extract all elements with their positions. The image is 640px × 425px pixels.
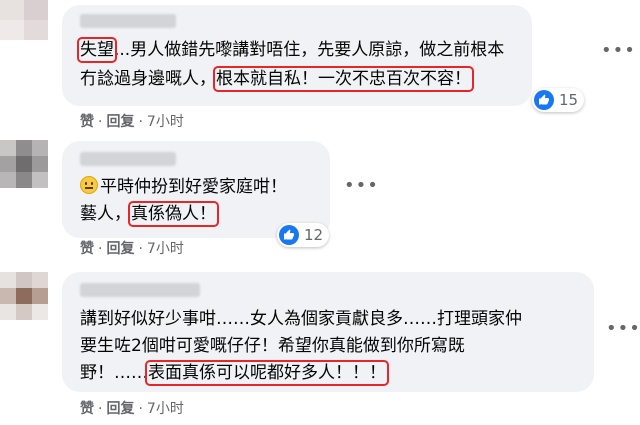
reply-button[interactable]: 回复 <box>106 401 134 417</box>
highlight-box: 根本就自私！一次不忠百次不容！ <box>213 66 474 92</box>
reaction-count: 12 <box>304 226 324 244</box>
thumbs-up-icon <box>279 225 299 245</box>
like-button[interactable]: 赞 <box>80 241 94 257</box>
comment-text-line: 野！……表面真係可以呢都好多人！！！ <box>80 360 389 386</box>
reaction-count: 15 <box>559 91 579 109</box>
comment-text-line: 失望...男人做錯先嚟講對唔住，先要人原諒，做之前根本 <box>77 37 505 63</box>
comment-text-line: 講到好似好少事咁……女人為個家貢獻良多……打理頭家仲 <box>80 309 522 329</box>
avatar[interactable] <box>0 140 48 188</box>
highlight-box: 真係偽人！ <box>128 201 219 227</box>
comment-text-line: 藝人，真係偽人！ <box>80 201 219 227</box>
comment-text-line: 平時仲扮到好愛家庭咁！ <box>80 174 287 200</box>
reaction-summary[interactable]: 12 <box>277 223 330 247</box>
commenter-name[interactable] <box>80 283 200 297</box>
reply-button[interactable]: 回复 <box>106 114 134 130</box>
timestamp[interactable]: 7小时 <box>147 241 184 257</box>
commenter-name[interactable] <box>80 152 176 166</box>
more-dots-icon[interactable]: ••• <box>344 175 379 196</box>
avatar[interactable] <box>0 0 48 40</box>
reaction-summary[interactable]: 15 <box>532 88 585 112</box>
commenter-name[interactable] <box>80 14 176 28</box>
neutral-face-icon <box>80 176 98 194</box>
thumbs-up-icon <box>534 90 554 110</box>
comment-text-line: 要生咗2個咁可愛嘅仔仔！希望你真能做到你所寫既 <box>80 336 465 356</box>
comment-actions: 赞 · 回复 · 7小时 <box>80 401 184 417</box>
like-button[interactable]: 赞 <box>80 401 94 417</box>
highlight-box: 失望 <box>77 37 117 63</box>
comment-actions: 赞 · 回复 · 7小时 <box>80 114 184 130</box>
more-dots-icon[interactable]: ••• <box>601 40 636 61</box>
timestamp[interactable]: 7小时 <box>147 114 184 130</box>
highlight-box: 表面真係可以呢都好多人！！！ <box>145 360 389 386</box>
comment-actions: 赞 · 回复 · 7小时 <box>80 241 184 257</box>
like-button[interactable]: 赞 <box>80 114 94 130</box>
more-dots-icon[interactable]: ••• <box>606 318 640 339</box>
avatar[interactable] <box>0 272 48 320</box>
timestamp[interactable]: 7小时 <box>147 401 184 417</box>
comment-text-line: 冇諗過身邊嘅人，根本就自私！一次不忠百次不容！ <box>80 66 474 92</box>
reply-button[interactable]: 回复 <box>106 241 134 257</box>
